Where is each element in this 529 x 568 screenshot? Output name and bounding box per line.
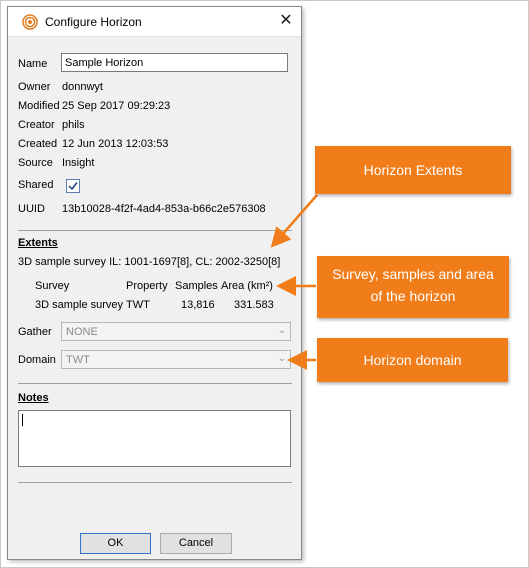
callout-domain-text: Horizon domain: [363, 352, 462, 368]
callout-survey-samples-area: Survey, samples and area of the horizon: [317, 256, 509, 318]
callout-horizon-extents: Horizon Extents: [315, 146, 511, 194]
callout-survey-text-1: Survey, samples and area: [332, 266, 494, 282]
extents-arrow: [270, 194, 318, 248]
callout-extents-text: Horizon Extents: [363, 162, 463, 178]
callout-survey-text-2: of the horizon: [370, 288, 456, 304]
callout-horizon-domain: Horizon domain: [317, 338, 508, 382]
